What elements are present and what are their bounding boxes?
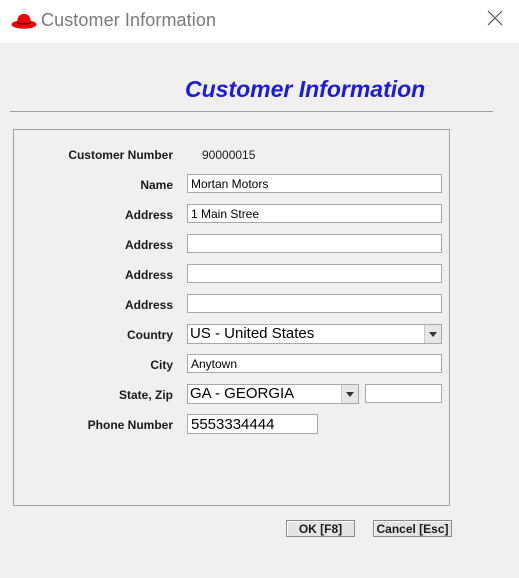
phone-number-field[interactable] (187, 414, 318, 434)
country-selected-value: US - United States (190, 325, 315, 342)
address-1-field[interactable] (187, 204, 442, 223)
chevron-down-icon (341, 385, 358, 403)
name-field[interactable] (187, 174, 442, 193)
red-hat-icon (11, 11, 37, 31)
address-4-label: Address (124, 298, 173, 312)
address-3-label: Address (124, 268, 173, 282)
close-button[interactable] (481, 6, 509, 34)
customer-number-value: 90000015 (202, 148, 256, 162)
phone-number-label: Phone Number (87, 418, 173, 432)
state-dropdown[interactable]: GA - GEORGIA (187, 384, 359, 404)
state-selected-value: GA - GEORGIA (190, 385, 295, 402)
city-field[interactable] (187, 354, 442, 373)
country-label: Country (127, 328, 173, 342)
name-label: Name (140, 178, 173, 192)
chevron-down-icon (424, 325, 441, 343)
address-4-field[interactable] (187, 294, 442, 313)
close-icon (487, 10, 503, 31)
title-bar: Customer Information (0, 0, 519, 43)
page-heading: Customer Information (185, 76, 426, 102)
address-2-label: Address (124, 238, 173, 252)
cancel-button[interactable]: Cancel [Esc] (373, 520, 452, 537)
customer-number-label: Customer Number (68, 148, 173, 162)
window-title: Customer Information (41, 10, 217, 30)
zip-field[interactable] (365, 384, 442, 403)
address-2-field[interactable] (187, 234, 442, 253)
address-1-label: Address (124, 208, 173, 222)
country-dropdown[interactable]: US - United States (187, 324, 442, 344)
heading-divider (10, 111, 493, 112)
address-3-field[interactable] (187, 264, 442, 283)
city-label: City (150, 358, 173, 372)
ok-button[interactable]: OK [F8] (286, 520, 355, 537)
state-zip-label: State, Zip (118, 388, 173, 402)
